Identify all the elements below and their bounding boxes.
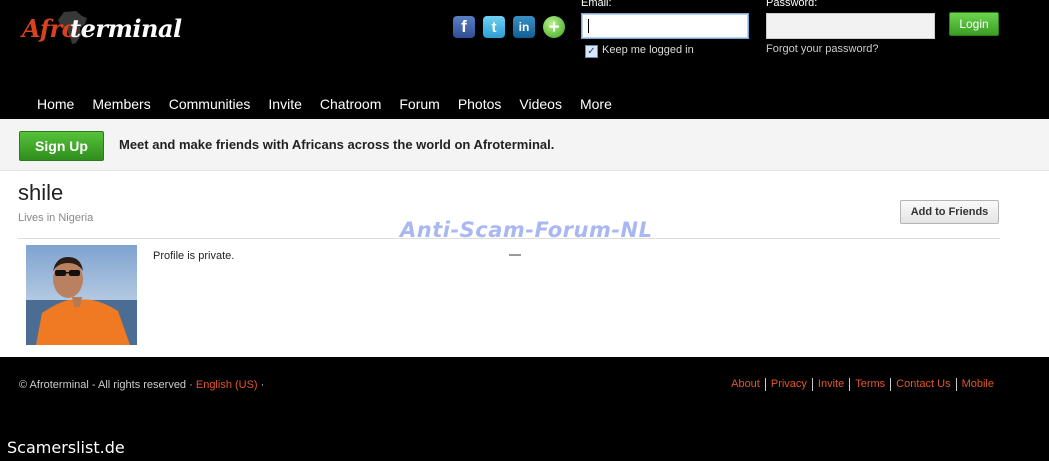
logo-text-afro: Afro — [22, 14, 78, 43]
watermark-text: Scamerslist.de — [7, 438, 125, 457]
divider — [18, 238, 1000, 239]
profile-photo — [26, 245, 137, 345]
footer-link-mobile[interactable]: Mobile — [955, 378, 999, 391]
nav-item-members[interactable]: Members — [83, 92, 159, 116]
separator-dot: · — [260, 379, 265, 391]
profile-section: shile Lives in Nigeria Anti-Scam-Forum-N… — [0, 171, 1049, 357]
site-header: Afro terminal f t in + Email: Password: … — [0, 0, 1049, 119]
footer-link-about[interactable]: About — [726, 378, 765, 391]
divider — [509, 254, 521, 256]
site-footer: © Afroterminal - All rights reserved · E… — [0, 357, 1049, 461]
email-field[interactable] — [581, 13, 749, 39]
footer-link-contact[interactable]: Contact Us — [890, 378, 955, 391]
checkmark-icon: ✓ — [587, 45, 596, 57]
avatar[interactable] — [26, 245, 137, 345]
footer-link-privacy[interactable]: Privacy — [764, 378, 812, 391]
logo-text-terminal: terminal — [70, 14, 182, 43]
nav-item-chatroom[interactable]: Chatroom — [311, 92, 390, 116]
facebook-icon[interactable]: f — [453, 16, 475, 38]
nav-item-more[interactable]: More — [571, 92, 621, 116]
login-button[interactable]: Login — [949, 12, 999, 36]
site-logo[interactable]: Afro terminal — [22, 10, 182, 50]
password-label: Password: — [766, 0, 818, 9]
sign-up-button[interactable]: Sign Up — [19, 131, 104, 161]
nav-item-communities[interactable]: Communities — [160, 92, 260, 116]
forgot-password-link[interactable]: Forgot your password? — [766, 43, 879, 55]
main-nav: Home Members Communities Invite Chatroom… — [0, 92, 621, 116]
profile-name: shile — [18, 180, 64, 205]
signup-banner: Sign Up Meet and make friends with Afric… — [0, 119, 1049, 171]
nav-item-photos[interactable]: Photos — [449, 92, 511, 116]
profile-location: Lives in Nigeria — [18, 212, 94, 224]
linkedin-icon[interactable]: in — [513, 16, 535, 38]
copyright-notice: © Afroterminal - All rights reserved · E… — [19, 379, 264, 391]
keep-logged-in-label[interactable]: Keep me logged in — [602, 44, 694, 56]
add-to-friends-button[interactable]: Add to Friends — [900, 200, 999, 224]
footer-link-terms[interactable]: Terms — [849, 378, 890, 391]
profile-private-notice: Profile is private. — [153, 250, 235, 262]
nav-item-home[interactable]: Home — [0, 92, 83, 116]
text-caret — [588, 19, 589, 33]
password-field[interactable] — [766, 13, 935, 39]
nav-item-invite[interactable]: Invite — [259, 92, 310, 116]
separator-dot: · — [189, 379, 196, 391]
footer-links: About Privacy Invite Terms Contact Us Mo… — [726, 378, 999, 391]
nav-item-forum[interactable]: Forum — [390, 92, 448, 116]
twitter-icon[interactable]: t — [483, 16, 505, 38]
add-share-icon[interactable]: + — [543, 16, 565, 38]
keep-logged-in-checkbox[interactable]: ✓ — [585, 45, 598, 58]
signup-tagline: Meet and make friends with Africans acro… — [119, 137, 555, 152]
footer-link-invite[interactable]: Invite — [811, 378, 849, 391]
copyright-text: © Afroterminal - All rights reserved — [19, 379, 187, 391]
language-selector[interactable]: English (US) — [196, 379, 258, 391]
nav-item-videos[interactable]: Videos — [510, 92, 571, 116]
email-label: Email: — [581, 0, 612, 9]
